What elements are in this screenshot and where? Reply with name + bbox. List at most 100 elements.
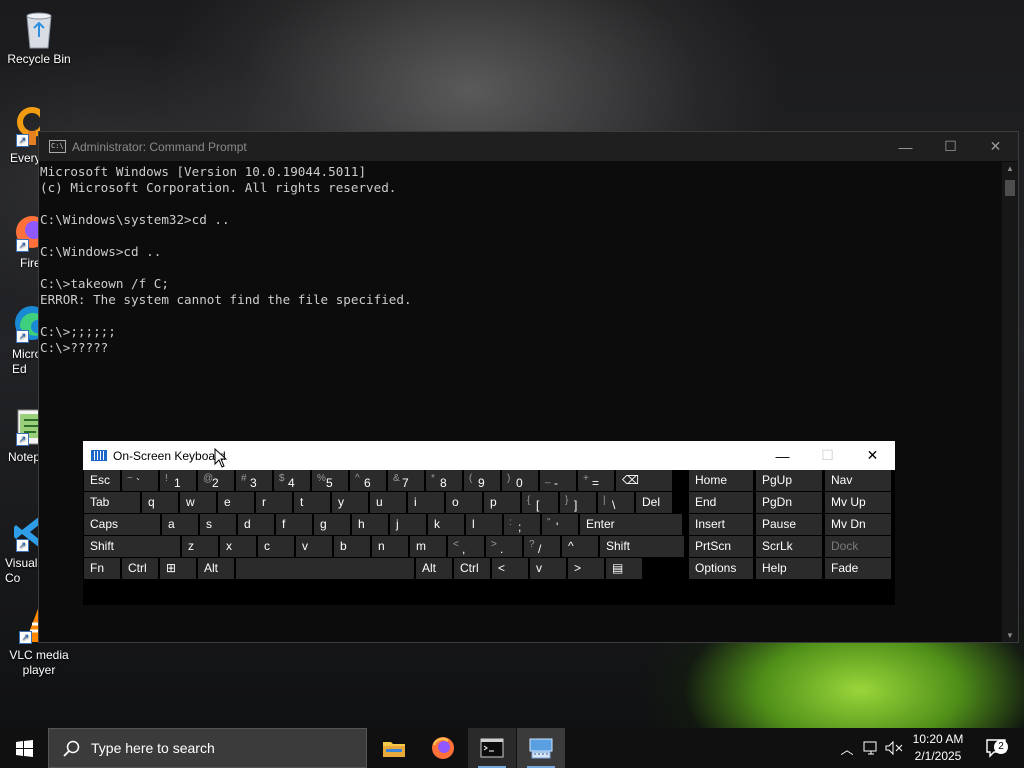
- scrollbar-thumb[interactable]: [1005, 180, 1015, 196]
- key-nav[interactable]: Nav: [825, 470, 891, 491]
- key-esc[interactable]: Esc: [84, 470, 120, 491]
- key-pgup[interactable]: PgUp: [756, 470, 822, 491]
- key-char[interactable]: @2: [198, 470, 234, 491]
- volume-button[interactable]: [883, 728, 905, 768]
- key-caps[interactable]: Caps: [84, 514, 160, 535]
- key-alt[interactable]: Alt: [198, 558, 234, 579]
- key-alt[interactable]: Alt: [416, 558, 452, 579]
- key-char[interactable]: g: [314, 514, 350, 535]
- key-pause[interactable]: Pause: [756, 514, 822, 535]
- key-fade[interactable]: Fade: [825, 558, 891, 579]
- minimize-button[interactable]: —: [883, 132, 928, 161]
- key-char[interactable]: e: [218, 492, 254, 513]
- key-char[interactable]: v: [530, 558, 566, 579]
- key-char[interactable]: k: [428, 514, 464, 535]
- key-char[interactable]: ) 0: [502, 470, 538, 491]
- key-char[interactable]: (9: [464, 470, 500, 491]
- key-char[interactable]: #3: [236, 470, 272, 491]
- key-char[interactable]: >.: [486, 536, 522, 557]
- key-char[interactable]: t: [294, 492, 330, 513]
- key-shift[interactable]: Shift: [600, 536, 684, 557]
- key-char[interactable]: ? /: [524, 536, 560, 557]
- key-char[interactable]: s: [200, 514, 236, 535]
- key-mv-up[interactable]: Mv Up: [825, 492, 891, 513]
- vertical-scrollbar[interactable]: ▲ ▼: [1002, 162, 1018, 642]
- key-ctrl[interactable]: Ctrl: [122, 558, 158, 579]
- key-char[interactable]: >: [568, 558, 604, 579]
- key-char[interactable]: * 8: [426, 470, 462, 491]
- key-char[interactable]: f: [276, 514, 312, 535]
- key-prtscn[interactable]: PrtScn: [689, 536, 753, 557]
- key-char[interactable]: x: [220, 536, 256, 557]
- scroll-up-arrow-icon[interactable]: ▲: [1002, 164, 1018, 173]
- key-char[interactable]: ~ `: [122, 470, 158, 491]
- key-char[interactable]: & 7: [388, 470, 424, 491]
- key-char[interactable]: d: [238, 514, 274, 535]
- command-prompt-titlebar[interactable]: C:\ Administrator: Command Prompt — ☐ ✕: [39, 132, 1018, 161]
- desktop-icon-notepad[interactable]: ↗ Notep: [0, 406, 40, 465]
- key-char[interactable]: o: [446, 492, 482, 513]
- on-screen-keyboard-window[interactable]: On-Screen Keyboard — ☐ ✕ Esc ~ `! 1 @2 #3 $4% 5…: [83, 441, 895, 605]
- key-char[interactable]: h: [352, 514, 388, 535]
- key-char[interactable]: p: [484, 492, 520, 513]
- key-char[interactable]: n: [372, 536, 408, 557]
- key-char[interactable]: ▤: [606, 558, 642, 579]
- key-char[interactable]: ^: [562, 536, 598, 557]
- key-char[interactable]: v: [296, 536, 332, 557]
- start-button[interactable]: [0, 728, 48, 768]
- key-ctrl[interactable]: Ctrl: [454, 558, 490, 579]
- key-char[interactable]: ! 1: [160, 470, 196, 491]
- key-char[interactable]: w: [180, 492, 216, 513]
- action-center-button[interactable]: 2: [978, 728, 1014, 768]
- osk-close-button[interactable]: ✕: [850, 441, 895, 470]
- key-char[interactable]: _ -: [540, 470, 576, 491]
- key-char[interactable]: b: [334, 536, 370, 557]
- osk-minimize-button[interactable]: —: [760, 441, 805, 470]
- key-char[interactable]: <: [492, 558, 528, 579]
- key-char[interactable]: m: [410, 536, 446, 557]
- taskbar-command-prompt[interactable]: [468, 728, 516, 768]
- key-char[interactable]: }]: [560, 492, 596, 513]
- key-insert[interactable]: Insert: [689, 514, 753, 535]
- key-char[interactable]: % 5: [312, 470, 348, 491]
- key-tab[interactable]: Tab: [84, 492, 140, 513]
- key-pgdn[interactable]: PgDn: [756, 492, 822, 513]
- key-space[interactable]: [236, 558, 414, 579]
- taskbar-search-box[interactable]: Type here to search: [48, 728, 367, 768]
- key-help[interactable]: Help: [756, 558, 822, 579]
- desktop-icon-recycle-bin[interactable]: Recycle Bin: [1, 8, 77, 67]
- key-char[interactable]: y: [332, 492, 368, 513]
- scroll-down-arrow-icon[interactable]: ▼: [1002, 631, 1018, 640]
- key-char[interactable]: r: [256, 492, 292, 513]
- key-char[interactable]: " ': [542, 514, 578, 535]
- desktop-icon-firefox[interactable]: ↗ Fire: [0, 212, 40, 271]
- key-char[interactable]: c: [258, 536, 294, 557]
- network-button[interactable]: [861, 728, 881, 768]
- key-char[interactable]: ⌫: [616, 470, 672, 491]
- key-scrlk[interactable]: ScrLk: [756, 536, 822, 557]
- key-char[interactable]: {[: [522, 492, 558, 513]
- key-char[interactable]: i: [408, 492, 444, 513]
- key-char[interactable]: l: [466, 514, 502, 535]
- key-mv-dn[interactable]: Mv Dn: [825, 514, 891, 535]
- show-hidden-icons-button[interactable]: ︿: [837, 728, 857, 768]
- key-char[interactable]: a: [162, 514, 198, 535]
- key-char[interactable]: :;: [504, 514, 540, 535]
- key-char[interactable]: ⊞: [160, 558, 196, 579]
- key-char[interactable]: u: [370, 492, 406, 513]
- key-char[interactable]: z: [182, 536, 218, 557]
- osk-titlebar[interactable]: On-Screen Keyboard — ☐ ✕: [83, 441, 895, 470]
- key-char[interactable]: ^ 6: [350, 470, 386, 491]
- desktop-icon-everything[interactable]: ↗ Every: [0, 107, 40, 166]
- desktop-icon-vscode[interactable]: ↗ Visual Co: [0, 512, 40, 586]
- taskbar-file-explorer[interactable]: [370, 728, 418, 768]
- key-char[interactable]: <,: [448, 536, 484, 557]
- key-char[interactable]: q: [142, 492, 178, 513]
- key-options[interactable]: Options: [689, 558, 753, 579]
- system-clock[interactable]: 10:20 AM 2/1/2025: [906, 731, 970, 765]
- desktop-icon-edge[interactable]: ↗ Micro Ed: [0, 303, 40, 377]
- key-home[interactable]: Home: [689, 470, 753, 491]
- key-char[interactable]: j: [390, 514, 426, 535]
- key-end[interactable]: End: [689, 492, 753, 513]
- key-char[interactable]: $4: [274, 470, 310, 491]
